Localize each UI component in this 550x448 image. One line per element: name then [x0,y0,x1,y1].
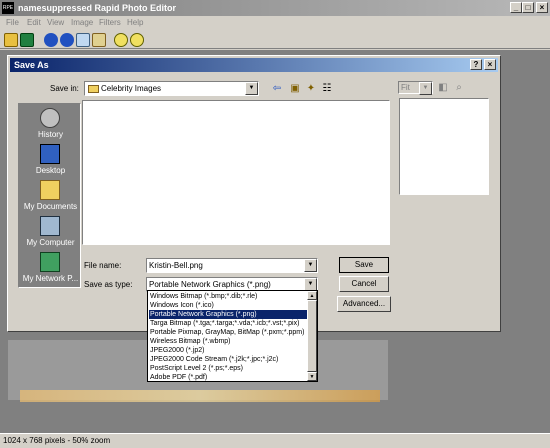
scroll-thumb[interactable] [307,300,317,372]
paste-icon[interactable] [92,33,106,47]
save-type-value: Portable Network Graphics (*.png) [149,280,271,289]
save-in-value: Celebrity Images [101,84,162,93]
help-button[interactable]: ? [470,59,482,70]
save-type-label: Save as type: [84,280,133,289]
type-option-selected[interactable]: Portable Network Graphics (*.png) [149,310,307,319]
menu-edit[interactable]: Edit [27,18,41,27]
app-titlebar: RPE namesuppressed Rapid Photo Editor _ … [0,0,550,16]
chevron-down-icon[interactable]: ▼ [304,259,317,272]
menu-view[interactable]: View [47,18,64,27]
network-icon [40,252,60,272]
places-bar: History Desktop My Documents My Computer… [18,103,81,288]
place-label: Desktop [35,166,66,175]
menu-help[interactable]: Help [127,18,143,27]
save-button[interactable]: Save [339,257,389,273]
zoom-in-icon[interactable] [114,33,128,47]
statusbar: 1024 x 768 pixels - 50% zoom [0,433,550,448]
type-option[interactable]: Windows Icon (*.ico) [149,301,307,310]
history-icon [40,108,60,128]
dialog-titlebar: Save As ? × [10,58,498,72]
type-option[interactable]: PostScript Level 2 (*.ps;*.eps) [149,364,307,373]
app-icon: RPE [2,2,14,14]
view-menu-icon[interactable]: ☷ [320,82,334,95]
up-folder-icon[interactable]: ▣ [288,82,302,95]
scroll-down-icon[interactable]: ▼ [307,372,317,381]
place-label: History [38,130,63,139]
zoom-out-icon[interactable] [130,33,144,47]
save-in-label: Save in: [50,84,79,93]
dialog-close-button[interactable]: × [484,59,496,70]
back-circle-icon[interactable] [44,33,58,47]
cancel-button[interactable]: Cancel [339,276,389,292]
type-option[interactable]: JPEG2000 Code Stream (*.j2k;*.jpc;*.j2c) [149,355,307,364]
maximize-button[interactable]: □ [522,2,534,13]
type-option[interactable]: Adobe PDF (*.pdf) [149,373,307,381]
copy-icon[interactable] [76,33,90,47]
preview-options-icon: ◧ [438,82,448,93]
chevron-down-icon[interactable]: ▼ [245,82,258,95]
type-option[interactable]: Targa Bitmap (*.tga;*.targa;*.vda;*.icb;… [149,319,307,328]
photo-edge [20,390,380,402]
place-label: My Computer [26,238,75,247]
chevron-down-icon: ▼ [419,82,432,95]
file-list[interactable] [82,100,390,245]
open-folder-icon[interactable] [4,33,18,47]
computer-icon [40,216,60,236]
preview-fit-combo: Fit ▼ [398,81,433,95]
place-label: My Documents [23,202,78,211]
preview-zoom-icon: ⌕ [456,82,462,93]
save-type-dropdown[interactable]: Windows Bitmap (*.bmp;*.dib;*.rle) Windo… [147,290,318,382]
menu-filters[interactable]: Filters [99,18,121,27]
documents-folder-icon [40,180,60,200]
menu-image[interactable]: Image [71,18,93,27]
close-button[interactable]: × [536,2,548,13]
save-in-combo[interactable]: Celebrity Images ▼ [84,81,259,96]
preview-pane [399,98,489,195]
menu-file[interactable]: File [6,18,19,27]
dialog-title: Save As [14,60,49,70]
new-folder-icon[interactable]: ✦ [304,82,318,95]
folder-icon [88,85,99,93]
place-label: My Network P... [22,274,79,283]
desktop-icon [40,144,60,164]
back-arrow-icon[interactable]: ⇦ [270,82,284,95]
preview-fit-value: Fit [401,83,410,92]
type-option[interactable]: Portable Pixmap, GrayMap, BitMap (*.pxm;… [149,328,307,337]
minimize-button[interactable]: _ [510,2,522,13]
dropdown-scrollbar[interactable]: ▲ ▼ [307,291,317,381]
advanced-button[interactable]: Advanced... [337,296,391,312]
toolbar [0,31,550,49]
scroll-up-icon[interactable]: ▲ [307,291,317,300]
type-option[interactable]: Wireless Bitmap (*.wbmp) [149,337,307,346]
forward-circle-icon[interactable] [60,33,74,47]
menubar: File Edit View Image Filters Help [0,16,550,31]
file-name-input[interactable]: Kristin-Bell.png ▼ [146,258,318,273]
place-my-network[interactable]: My Network P... [19,248,82,293]
app-title: namesuppressed Rapid Photo Editor [18,3,177,13]
file-name-value: Kristin-Bell.png [149,261,203,270]
type-option[interactable]: Windows Bitmap (*.bmp;*.dib;*.rle) [149,292,307,301]
type-option[interactable]: JPEG2000 (*.jp2) [149,346,307,355]
file-name-label: File name: [84,261,122,270]
save-disk-icon[interactable] [20,33,34,47]
